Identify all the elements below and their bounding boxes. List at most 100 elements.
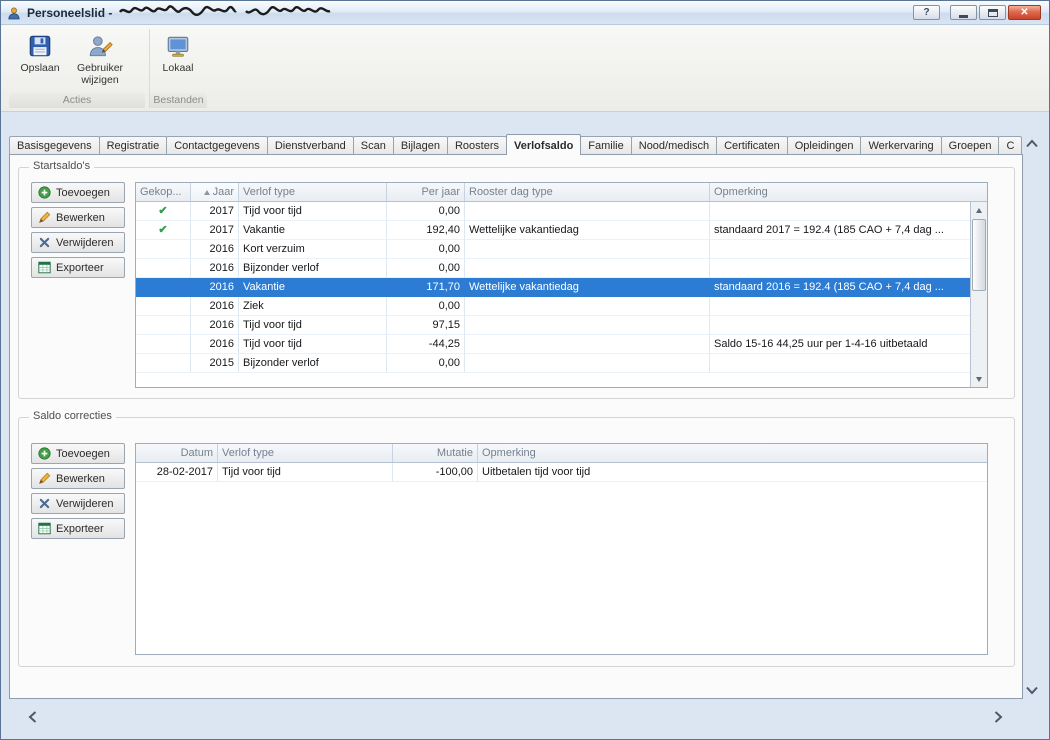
cell-jaar: 2016 — [191, 335, 239, 354]
tab-bijlagen[interactable]: Bijlagen — [393, 136, 448, 155]
close-button[interactable]: ✕ — [1008, 5, 1041, 20]
redacted-title-text — [118, 4, 238, 22]
window-title: Personeelslid - — [27, 6, 112, 20]
gebruiker-wijzigen-button[interactable]: Gebruiker wijzigen — [69, 31, 131, 91]
startsaldos-table: Gekop... Jaar Verlof type Per jaar Roost… — [135, 182, 988, 388]
tab-roosters[interactable]: Roosters — [447, 136, 507, 155]
verlofsaldo-page: Startsaldo's Toevoegen Bewerken Verwijde… — [9, 154, 1023, 699]
chevron-left-icon — [28, 710, 37, 724]
tabstrip: Basisgegevens Registratie Contactgegeven… — [9, 133, 1023, 155]
gekoppeld-check-icon: ✔ — [136, 202, 191, 221]
column-header-datum[interactable]: Datum — [136, 444, 218, 462]
column-header-verlof-type[interactable]: Verlof type — [239, 183, 387, 201]
column-header-opmerking[interactable]: Opmerking — [478, 444, 987, 462]
chevron-down-icon — [1025, 686, 1039, 695]
tab-overflow[interactable]: C — [998, 136, 1022, 155]
table-row[interactable]: 2016 Tijd voor tijd -44,25 Saldo 15-16 4… — [136, 335, 970, 354]
cell-opmerking — [710, 240, 970, 259]
exporteer-button[interactable]: Exporteer — [31, 257, 125, 278]
column-header-gekoppeld[interactable]: Gekop... — [136, 183, 191, 201]
cell-jaar: 2016 — [191, 316, 239, 335]
cell-per-jaar: 0,00 — [387, 259, 465, 278]
tab-werkervaring[interactable]: Werkervaring — [860, 136, 941, 155]
startsaldos-table-body: ✔ 2017 Tijd voor tijd 0,00 ✔ 2017 Vakant… — [136, 202, 970, 387]
cell-rooster-dag-type — [465, 335, 710, 354]
cell-per-jaar: -44,25 — [387, 335, 465, 354]
gekoppeld-check-icon — [136, 297, 191, 316]
tab-opleidingen[interactable]: Opleidingen — [787, 136, 862, 155]
cell-rooster-dag-type — [465, 259, 710, 278]
column-header-mutatie[interactable]: Mutatie — [393, 444, 478, 462]
verwijderen-button[interactable]: Verwijderen — [31, 493, 125, 514]
tab-verlofsaldo[interactable]: Verlofsaldo — [506, 134, 581, 155]
tab-basisgegevens[interactable]: Basisgegevens — [9, 136, 100, 155]
opslaan-button[interactable]: Opslaan — [13, 31, 67, 91]
tab-certificaten[interactable]: Certificaten — [716, 136, 788, 155]
tab-scan[interactable]: Scan — [353, 136, 394, 155]
help-button[interactable]: ? — [913, 5, 940, 20]
lokaal-button[interactable]: Lokaal — [151, 31, 205, 91]
gekoppeld-check-icon — [136, 259, 191, 278]
tab-contactgegevens[interactable]: Contactgegevens — [166, 136, 268, 155]
gebruiker-wijzigen-label: Gebruiker wijzigen — [70, 62, 130, 86]
table-row[interactable]: 2016 Bijzonder verlof 0,00 — [136, 259, 970, 278]
scroll-up-button[interactable] — [971, 202, 987, 218]
bewerken-button[interactable]: Bewerken — [31, 207, 125, 228]
table-row[interactable]: 2016 Kort verzuim 0,00 — [136, 240, 970, 259]
cell-rooster-dag-type — [465, 316, 710, 335]
correcties-table: Datum Verlof type Mutatie Opmerking 28-0… — [135, 443, 988, 655]
toolbar-group-bestanden: Lokaal Bestanden — [149, 29, 207, 108]
gekoppeld-check-icon: ✔ — [136, 221, 191, 240]
table-row[interactable]: 2016 Ziek 0,00 — [136, 297, 970, 316]
scroll-down-button[interactable] — [971, 371, 987, 387]
toolbar: Opslaan Gebruiker wijzigen Acties Lokaal… — [1, 25, 1049, 112]
table-row[interactable]: 28-02-2017 Tijd voor tijd -100,00 Uitbet… — [136, 463, 987, 482]
cell-verlof-type: Tijd voor tijd — [239, 202, 387, 221]
toevoegen-label: Toevoegen — [56, 448, 110, 460]
save-icon — [27, 33, 53, 59]
tab-registratie[interactable]: Registratie — [99, 136, 168, 155]
table-row-selected[interactable]: 2016 Vakantie 171,70 Wettelijke vakantie… — [136, 278, 970, 297]
sort-ascending-icon — [204, 190, 210, 195]
scroll-down-button[interactable] — [1023, 681, 1041, 699]
cell-rooster-dag-type — [465, 202, 710, 221]
table-row[interactable]: 2015 Bijzonder verlof 0,00 — [136, 354, 970, 373]
cell-opmerking — [710, 259, 970, 278]
cell-per-jaar: 0,00 — [387, 297, 465, 316]
exporteer-button[interactable]: Exporteer — [31, 518, 125, 539]
close-icon: ✕ — [1020, 7, 1028, 18]
table-row[interactable]: ✔ 2017 Tijd voor tijd 0,00 — [136, 202, 970, 221]
table-vertical-scrollbar — [970, 202, 987, 387]
tab-familie[interactable]: Familie — [580, 136, 631, 155]
cell-rooster-dag-type — [465, 297, 710, 316]
scroll-up-button[interactable] — [1023, 134, 1041, 152]
scroll-up-icon — [976, 208, 982, 213]
startsaldos-groupbox: Startsaldo's Toevoegen Bewerken Verwijde… — [18, 167, 1015, 399]
table-row[interactable]: ✔ 2017 Vakantie 192,40 Wettelijke vakant… — [136, 221, 970, 240]
minimize-button[interactable] — [950, 5, 977, 20]
tab-dienstverband[interactable]: Dienstverband — [267, 136, 354, 155]
cell-opmerking: Saldo 15-16 44,25 uur per 1-4-16 uitbeta… — [710, 335, 970, 354]
delete-icon — [38, 497, 51, 510]
column-header-verlof-type[interactable]: Verlof type — [218, 444, 393, 462]
scroll-right-button[interactable] — [989, 707, 1007, 727]
column-header-jaar[interactable]: Jaar — [191, 183, 239, 201]
scroll-left-button[interactable] — [23, 707, 41, 727]
column-header-opmerking[interactable]: Opmerking — [710, 183, 987, 201]
table-row[interactable]: 2016 Tijd voor tijd 97,15 — [136, 316, 970, 335]
toevoegen-button[interactable]: Toevoegen — [31, 443, 125, 464]
scrollbar-thumb[interactable] — [972, 219, 986, 291]
cell-opmerking: Uitbetalen tijd voor tijd — [478, 463, 987, 482]
cell-verlof-type: Bijzonder verlof — [239, 354, 387, 373]
toevoegen-button[interactable]: Toevoegen — [31, 182, 125, 203]
bewerken-button[interactable]: Bewerken — [31, 468, 125, 489]
cell-jaar: 2017 — [191, 221, 239, 240]
column-header-per-jaar[interactable]: Per jaar — [387, 183, 465, 201]
exporteer-label: Exporteer — [56, 523, 104, 535]
column-header-rooster-dag-type[interactable]: Rooster dag type — [465, 183, 710, 201]
tab-groepen[interactable]: Groepen — [941, 136, 1000, 155]
verwijderen-button[interactable]: Verwijderen — [31, 232, 125, 253]
cell-per-jaar: 0,00 — [387, 202, 465, 221]
maximize-button[interactable] — [979, 5, 1006, 20]
tab-nood-medisch[interactable]: Nood/medisch — [631, 136, 717, 155]
